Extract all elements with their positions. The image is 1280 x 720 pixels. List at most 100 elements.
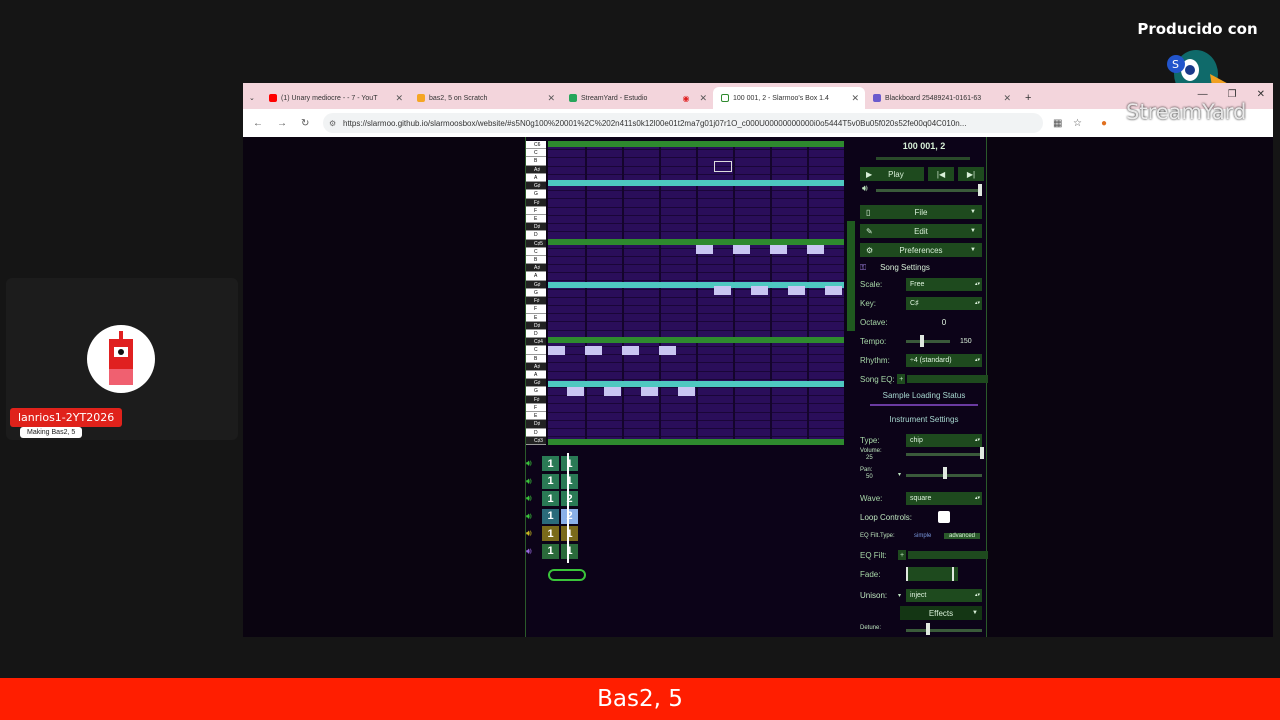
piano-key[interactable]: F — [526, 206, 546, 215]
close-icon[interactable]: ✕ — [547, 93, 555, 104]
loop-controls-checkbox[interactable] — [938, 511, 950, 523]
eq-filt-add-button[interactable]: + — [898, 550, 906, 560]
piano-key[interactable]: G♯ — [526, 379, 546, 388]
main-volume-thumb[interactable] — [978, 184, 982, 196]
next-bar-button[interactable]: ▶| — [958, 167, 984, 181]
piano-key[interactable]: G — [526, 190, 546, 199]
piano-key[interactable]: C — [526, 149, 546, 158]
volume-slider[interactable] — [906, 453, 982, 456]
piano-key[interactable]: C — [526, 346, 546, 355]
piano-key[interactable]: A♯ — [526, 165, 546, 174]
note[interactable] — [751, 286, 768, 295]
loop-selector[interactable] — [548, 569, 586, 581]
main-volume-slider[interactable] — [876, 189, 980, 192]
piano-key[interactable]: A♯ — [526, 362, 546, 372]
piano-key[interactable]: F — [526, 305, 546, 314]
channel-mute-icon[interactable]: 🔊︎ — [526, 476, 542, 487]
note-grid[interactable] — [548, 141, 844, 445]
pattern-cell[interactable]: 1 — [542, 508, 559, 524]
piano-key[interactable]: E — [526, 313, 546, 322]
piano-key[interactable]: C — [526, 247, 546, 256]
play-button[interactable]: ▶ Play — [860, 167, 924, 181]
effects-menu[interactable]: Effects ▼ — [900, 606, 982, 620]
piano-key[interactable]: C6 — [526, 141, 546, 150]
close-icon[interactable]: ✕ — [851, 93, 859, 104]
piano-key[interactable]: G♯ — [526, 182, 546, 191]
tab-search-icon[interactable]: ⌄ — [243, 87, 261, 109]
pattern-cell[interactable]: 1 — [542, 456, 559, 471]
piano-key[interactable]: E — [526, 412, 546, 421]
note[interactable] — [548, 346, 565, 355]
piano-key[interactable]: G♯ — [526, 280, 546, 289]
close-icon[interactable]: ✕ — [699, 93, 707, 104]
type-select[interactable]: chip — [906, 433, 982, 447]
close-icon[interactable]: ✕ — [1003, 93, 1011, 104]
minimize-icon[interactable]: — — [1198, 89, 1208, 100]
piano-key[interactable]: B — [526, 157, 546, 166]
channel-mute-icon[interactable]: 🔊︎ — [526, 528, 542, 539]
piano-key[interactable]: D — [526, 231, 546, 240]
channel-mute-icon[interactable]: 🔊︎ — [526, 458, 542, 469]
fade-out-handle[interactable] — [952, 567, 954, 581]
song-title[interactable]: 100 001, 2 — [860, 141, 988, 151]
close-window-icon[interactable]: ✕ — [1257, 89, 1265, 100]
note[interactable] — [807, 245, 824, 254]
scale-select[interactable]: Free — [906, 277, 982, 291]
piano-key[interactable]: C♯4 — [526, 338, 546, 347]
detune-thumb[interactable] — [926, 623, 930, 635]
piano-key[interactable]: C♯3 — [526, 436, 546, 445]
profile-icon[interactable]: ● — [1101, 118, 1107, 129]
pan-thumb[interactable] — [943, 467, 947, 479]
prev-bar-button[interactable]: |◀ — [928, 167, 954, 181]
channel-mute-icon[interactable]: 🔊︎ — [526, 511, 542, 522]
note[interactable] — [678, 387, 695, 396]
piano-key[interactable]: D — [526, 329, 546, 339]
tempo-slider[interactable] — [906, 334, 952, 348]
piano-key[interactable]: B — [526, 256, 546, 265]
pattern-cell[interactable]: 1 — [542, 543, 559, 559]
piano-key[interactable]: D — [526, 428, 546, 437]
tempo-value[interactable]: 150 — [960, 338, 972, 345]
pattern-cell[interactable]: 1 — [561, 473, 578, 489]
site-info-icon[interactable]: ⚙ — [329, 119, 336, 128]
unison-select[interactable]: inject — [906, 588, 982, 602]
octave-value[interactable]: 0 — [906, 318, 982, 327]
piano-key[interactable]: F♯ — [526, 198, 546, 207]
reload-icon[interactable]: ↻ — [301, 118, 309, 129]
file-menu[interactable]: ▯ File ▼ — [860, 205, 982, 219]
note[interactable] — [788, 286, 805, 295]
detune-slider[interactable] — [906, 629, 982, 632]
forward-icon[interactable]: → — [277, 118, 287, 129]
pattern-cell[interactable]: 1 — [561, 456, 578, 471]
tab-blackboard[interactable]: Blackboard 25489241-0161-63 ✕ — [865, 87, 1017, 109]
note[interactable] — [696, 245, 713, 254]
piano-key[interactable]: G — [526, 387, 546, 396]
piano-key[interactable]: D♯ — [526, 321, 546, 330]
pattern-cell[interactable]: 1 — [561, 543, 578, 559]
note[interactable] — [770, 245, 787, 254]
scrollbar[interactable] — [847, 221, 855, 331]
piano-key[interactable]: F — [526, 403, 546, 413]
song-eq-display[interactable] — [907, 375, 988, 383]
note[interactable] — [733, 245, 750, 254]
preferences-menu[interactable]: ⚙ Preferences ▼ — [860, 243, 982, 257]
note[interactable] — [604, 387, 621, 396]
piano-key[interactable]: A♯ — [526, 264, 546, 273]
note[interactable] — [567, 387, 584, 396]
maximize-icon[interactable]: ❐ — [1228, 89, 1237, 100]
chevron-down-icon[interactable]: ▾ — [898, 592, 906, 599]
channel-mute-icon[interactable]: 🔊︎ — [526, 546, 542, 557]
note[interactable] — [714, 286, 731, 295]
wave-select[interactable]: square — [906, 491, 982, 505]
note[interactable] — [622, 346, 639, 355]
pattern-cell[interactable]: 1 — [561, 526, 578, 541]
note-cursor[interactable] — [714, 161, 732, 172]
rhythm-select[interactable]: ÷4 (standard) — [906, 353, 982, 367]
piano-key[interactable]: F♯ — [526, 395, 546, 404]
note[interactable] — [825, 286, 842, 295]
pattern-cell[interactable]: 1 — [542, 491, 559, 506]
note[interactable] — [641, 387, 658, 396]
channel-mute-icon[interactable]: 🔊︎ — [526, 493, 542, 504]
tab-slarmoos-box[interactable]: 100 001, 2 - Slarmoo's Box 1.4 ✕ — [713, 87, 865, 109]
url-field[interactable]: ⚙ https://slarmoo.github.io/slarmoosbox/… — [323, 113, 1043, 133]
